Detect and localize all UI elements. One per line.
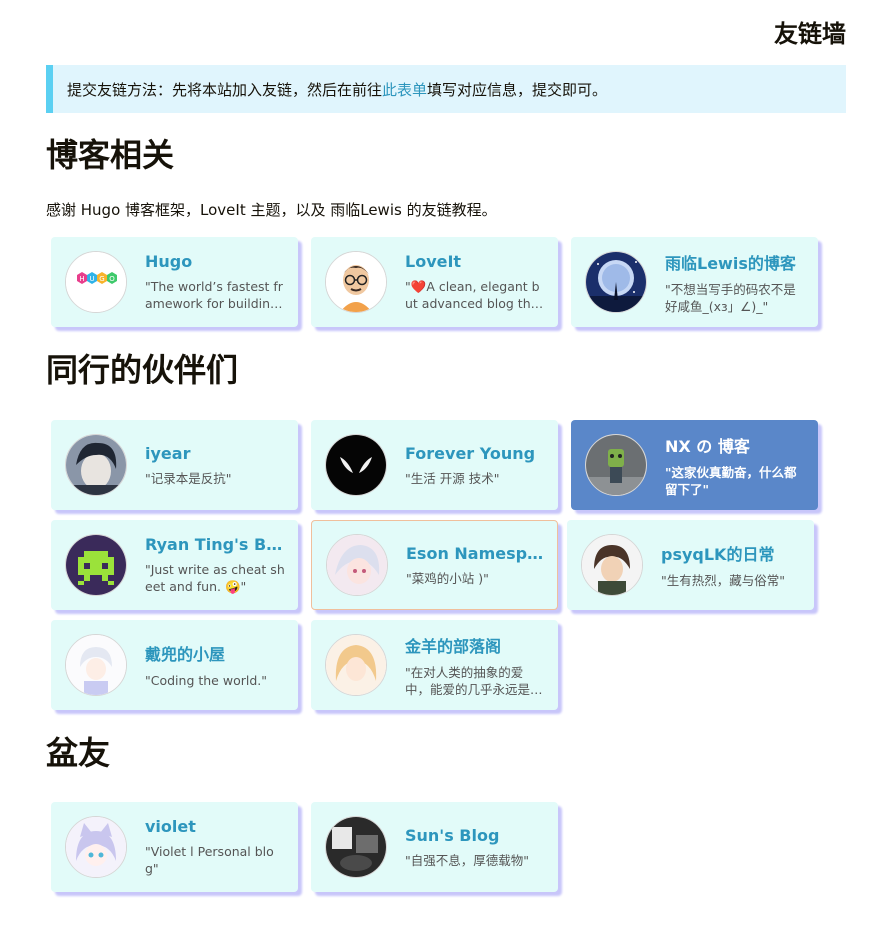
card-desc: "生活 开源 技术" xyxy=(405,470,500,486)
friend-card-eson[interactable]: Eson Namespace "菜鸡的小站 )" xyxy=(311,520,558,610)
friend-card-violet[interactable]: violet "Violet l Personal blog" xyxy=(51,802,298,892)
white-hair-avatar-icon xyxy=(65,634,127,696)
card-name[interactable]: psyqLK的日常 xyxy=(661,541,801,565)
robot-avatar-icon xyxy=(585,434,647,496)
card-name[interactable]: NX の 博客 xyxy=(665,433,805,457)
svg-text:U: U xyxy=(89,275,94,283)
card-name[interactable]: 戴兜的小屋 xyxy=(145,641,285,665)
card-name[interactable]: Ryan Ting's Blog xyxy=(145,535,285,554)
hugo-logo-icon: H U G O xyxy=(65,251,127,313)
card-desc: "在对人类的抽象的爱中，能爱的几乎永远是自己" xyxy=(405,664,543,697)
card-desc: "自强不息，厚德载物" xyxy=(405,852,529,868)
friend-card-psyqlk[interactable]: psyqLK的日常 "生有热烈，藏与俗常" xyxy=(567,520,814,610)
venom-avatar-icon xyxy=(325,434,387,496)
submit-notice: 提交友链方法：先将本站加入友链，然后在前往 此表单 填写对应信息，提交即可。 xyxy=(46,65,846,113)
card-info: NX の 博客 "这家伙真勤奋，什么都留下了" xyxy=(665,433,805,498)
friend-card-sun[interactable]: Sun's Blog "自强不息，厚德载物" xyxy=(311,802,558,892)
card-name[interactable]: 雨临Lewis的博客 xyxy=(665,250,805,274)
card-info: Eson Namespace "菜鸡的小站 )" xyxy=(406,544,546,587)
card-info: iyear "记录本是反抗" xyxy=(145,444,285,487)
anime-boy-avatar-icon xyxy=(65,434,127,496)
card-name[interactable]: violet xyxy=(145,817,285,836)
friend-card-iyear[interactable]: iyear "记录本是反抗" xyxy=(51,420,298,510)
card-info: 雨临Lewis的博客 "不想当写手的码农不是好咸鱼_(xз」∠)_" xyxy=(665,250,805,315)
friend-card-daidou[interactable]: 戴兜的小屋 "Coding the world." xyxy=(51,620,298,710)
card-desc: "Violet l Personal blog" xyxy=(145,844,274,876)
card-desc: "这家伙真勤奋，什么都留下了" xyxy=(665,464,797,497)
photo-avatar-icon xyxy=(325,816,387,878)
section-title-peers: 同行的伙伴们 xyxy=(46,351,239,389)
svg-text:G: G xyxy=(99,275,104,283)
section-title-blog: 博客相关 xyxy=(46,136,175,174)
moon-avatar-icon xyxy=(585,251,647,313)
card-desc: "菜鸡的小站 )" xyxy=(406,570,489,586)
friend-card-loveit[interactable]: LoveIt "❤️A clean, elegant but advanced … xyxy=(311,237,558,327)
form-link[interactable]: 此表单 xyxy=(382,79,427,100)
card-info: 金羊的部落阁 "在对人类的抽象的爱中，能爱的几乎永远是自己" xyxy=(405,633,545,698)
card-info: Forever Young "生活 开源 技术" xyxy=(405,444,545,487)
notice-prefix: 提交友链方法：先将本站加入友链，然后在前往 xyxy=(67,80,383,99)
cat-girl-avatar-icon xyxy=(65,816,127,878)
blog-intro: 感谢 Hugo 博客框架，LoveIt 主题，以及 雨临Lewis 的友链教程。 xyxy=(46,201,497,219)
anime-girl-avatar-icon xyxy=(326,534,388,596)
card-name[interactable]: Hugo xyxy=(145,252,285,271)
card-info: Ryan Ting's Blog "Just write as cheat sh… xyxy=(145,535,285,595)
friend-card-forever-young[interactable]: Forever Young "生活 开源 技术" xyxy=(311,420,558,510)
card-desc: "Coding the world." xyxy=(145,673,267,688)
glasses-avatar-icon xyxy=(325,251,387,313)
card-info: Sun's Blog "自强不息，厚德载物" xyxy=(405,826,545,869)
card-desc: "生有热烈，藏与俗常" xyxy=(661,573,785,588)
friend-card-hugo[interactable]: H U G O Hugo "The world’s fastest framew… xyxy=(51,237,298,327)
card-desc: "不想当写手的码农不是好咸鱼_(xз」∠)_" xyxy=(665,281,796,314)
card-name[interactable]: 金羊的部落阁 xyxy=(405,633,545,657)
card-info: LoveIt "❤️A clean, elegant but advanced … xyxy=(405,252,545,312)
card-info: 戴兜的小屋 "Coding the world." xyxy=(145,641,285,689)
notice-suffix: 填写对应信息，提交即可。 xyxy=(427,80,608,99)
card-name[interactable]: LoveIt xyxy=(405,252,545,271)
anime-character-avatar-icon xyxy=(581,534,643,596)
card-desc: "The world’s fastest framework for build… xyxy=(145,279,283,311)
card-name[interactable]: Eson Namespace xyxy=(406,544,546,563)
card-name[interactable]: iyear xyxy=(145,444,285,463)
card-name[interactable]: Sun's Blog xyxy=(405,826,545,845)
friend-card-lewis[interactable]: 雨临Lewis的博客 "不想当写手的码农不是好咸鱼_(xз」∠)_" xyxy=(571,237,818,327)
card-info: Hugo "The world’s fastest framework for … xyxy=(145,252,285,312)
card-info: psyqLK的日常 "生有热烈，藏与俗常" xyxy=(661,541,801,589)
card-desc: "记录本是反抗" xyxy=(145,470,232,486)
card-name[interactable]: Forever Young xyxy=(405,444,545,463)
card-desc: "❤️A clean, elegant but advanced blog th… xyxy=(405,279,540,311)
page-title: 友链墙 xyxy=(774,20,846,48)
space-invader-avatar-icon xyxy=(65,534,127,596)
card-info: violet "Violet l Personal blog" xyxy=(145,817,285,877)
svg-text:H: H xyxy=(79,275,84,283)
friend-card-jinyang[interactable]: 金羊的部落阁 "在对人类的抽象的爱中，能爱的几乎永远是自己" xyxy=(311,620,558,710)
friend-card-nx[interactable]: NX の 博客 "这家伙真勤奋，什么都留下了" xyxy=(571,420,818,510)
section-title-friends: 盆友 xyxy=(46,734,111,772)
friend-card-ryan-ting[interactable]: Ryan Ting's Blog "Just write as cheat sh… xyxy=(51,520,298,610)
card-desc: "Just write as cheat sheet and fun. 🤪" xyxy=(145,562,285,594)
svg-text:O: O xyxy=(109,275,115,283)
blonde-girl-avatar-icon xyxy=(325,634,387,696)
